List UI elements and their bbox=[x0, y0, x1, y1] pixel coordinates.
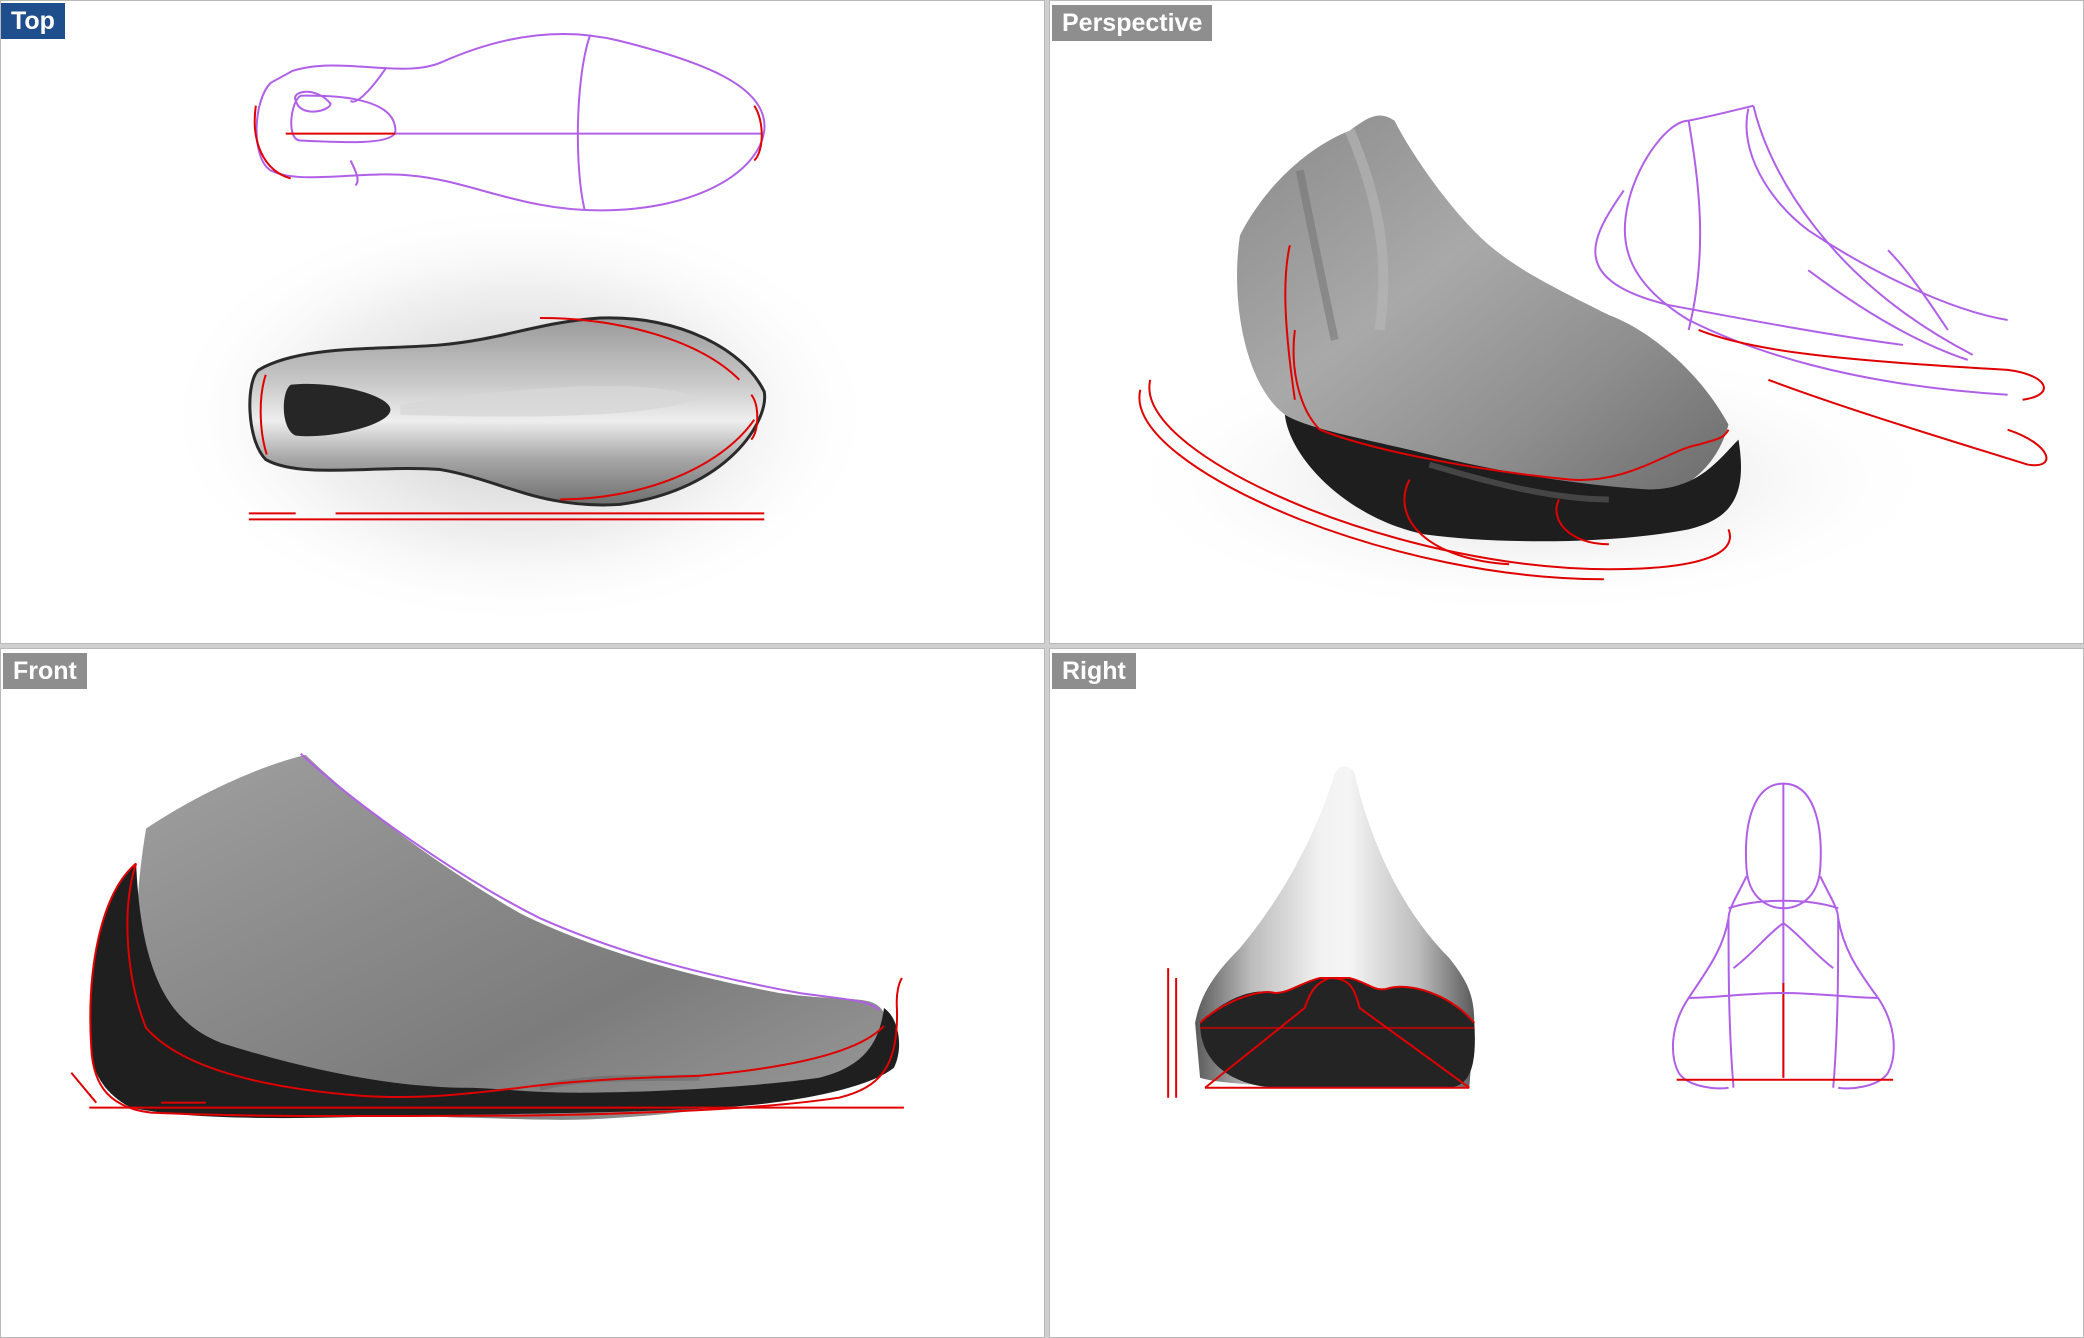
front-viewport-label[interactable]: Front bbox=[3, 653, 87, 689]
front-viewport[interactable]: Front bbox=[0, 648, 1045, 1338]
right-viewport-canvas[interactable] bbox=[1050, 649, 2083, 1337]
right-shoe-surface[interactable] bbox=[1195, 766, 1476, 1089]
right-left-guide-lines bbox=[1167, 968, 1178, 1098]
front-shoe-surface[interactable] bbox=[89, 752, 903, 1120]
top-sketch-curves bbox=[253, 32, 766, 212]
top-viewport[interactable]: Top bbox=[0, 0, 1045, 644]
front-viewport-canvas[interactable] bbox=[1, 649, 1044, 1337]
right-sketch-curves bbox=[1671, 782, 1895, 1090]
right-viewport[interactable]: Right bbox=[1049, 648, 2084, 1338]
perspective-viewport-label[interactable]: Perspective bbox=[1052, 5, 1213, 41]
viewport-grid: Top Perspective Front Right bbox=[0, 0, 2084, 1338]
perspective-viewport-canvas[interactable] bbox=[1050, 1, 2083, 643]
top-viewport-canvas[interactable] bbox=[1, 1, 1044, 643]
top-viewport-label[interactable]: Top bbox=[1, 3, 65, 39]
right-viewport-label[interactable]: Right bbox=[1052, 653, 1136, 689]
perspective-viewport[interactable]: Perspective bbox=[1049, 0, 2084, 644]
